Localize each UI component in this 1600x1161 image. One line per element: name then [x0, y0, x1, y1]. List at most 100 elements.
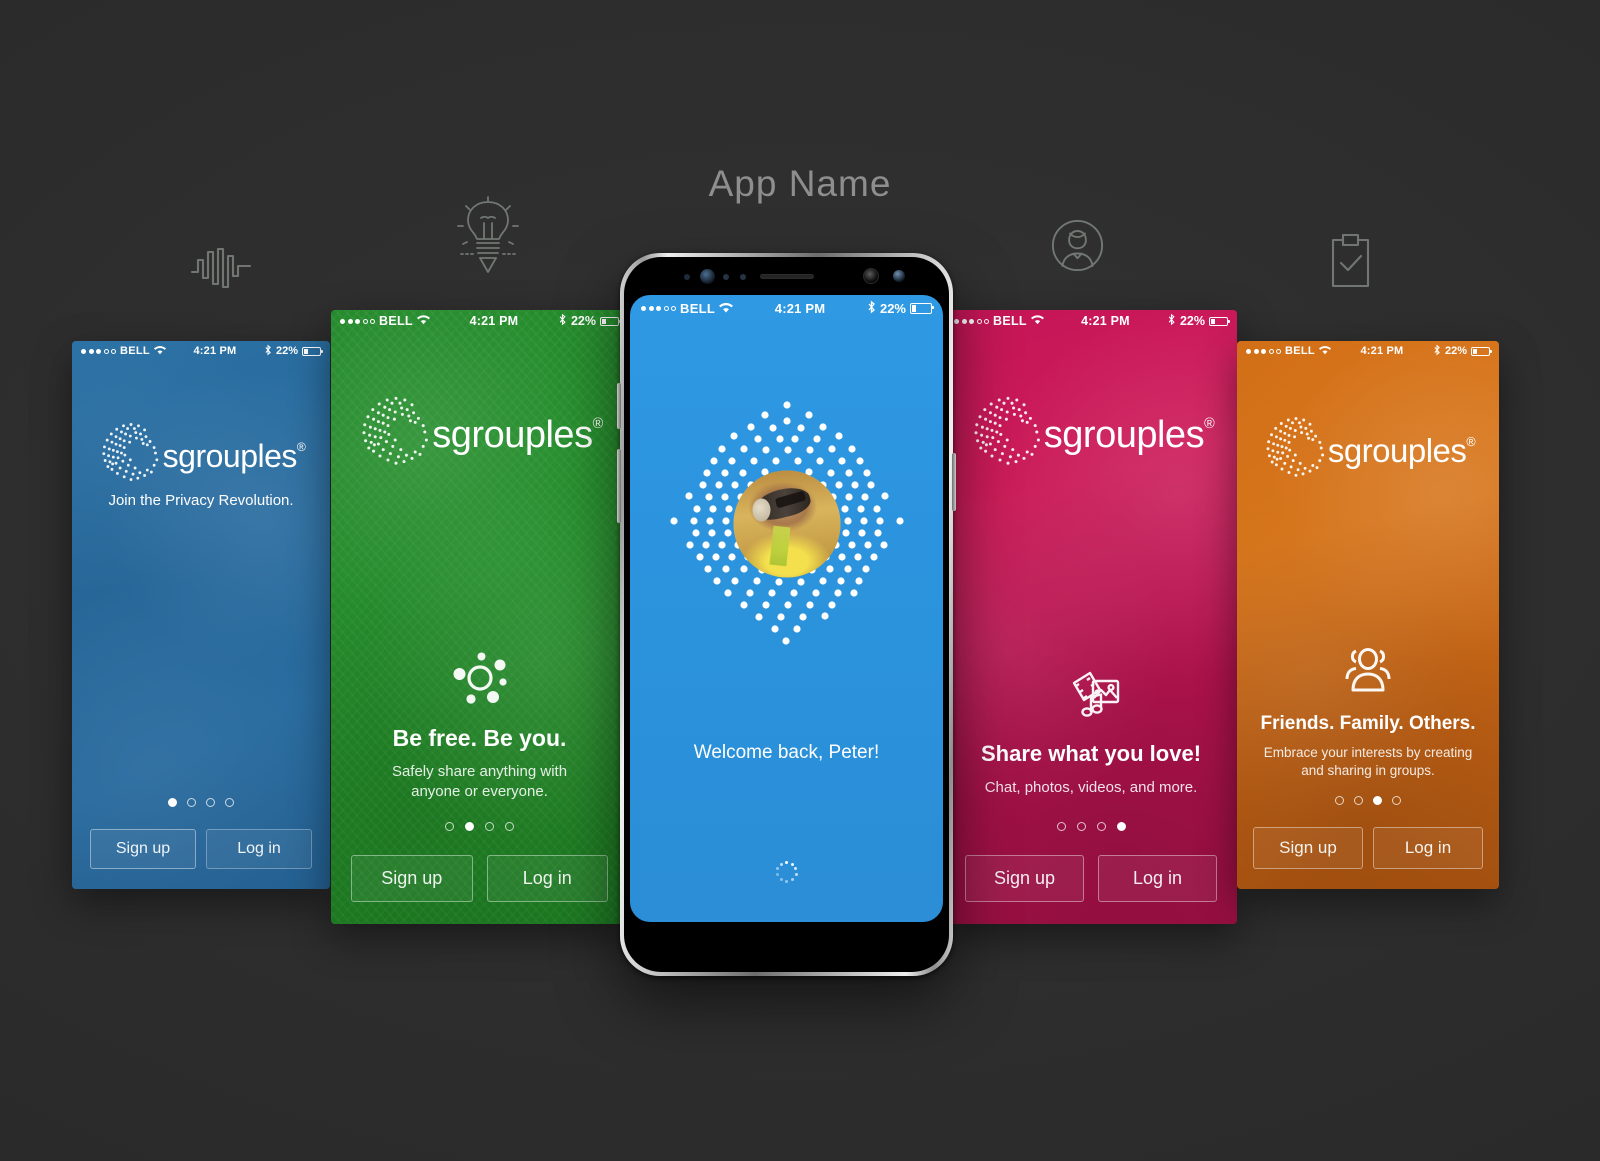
carrier-label: BELL [993, 314, 1027, 328]
signup-button[interactable]: Sign up [90, 829, 196, 869]
sgrouples-dot-mark-icon [356, 392, 436, 477]
screen-privacy[interactable]: BELL 4:21 PM 22% sgrouples® Join the Pri… [72, 341, 330, 889]
mockup-stage: App Name BELL 4:21 PM 22% sgrouples® Joi… [0, 0, 1600, 1161]
screen-be-free[interactable]: BELL 4:21 PM 22% sgrouples® Be free. Be … [331, 310, 628, 924]
signup-button[interactable]: Sign up [351, 855, 473, 902]
status-bar: BELL 4:21 PM 22% [1237, 341, 1499, 361]
signal-dots-icon [954, 318, 989, 324]
battery-percent-label: 22% [275, 345, 298, 357]
battery-icon [1209, 316, 1230, 326]
brand-logo: sgrouples® [945, 392, 1237, 477]
bluetooth-icon [264, 344, 272, 359]
phone-app-screen[interactable]: BELL 4:21 PM 22% Welcome back, Peter! [630, 295, 943, 922]
bluetooth-icon [1433, 344, 1441, 359]
page-dots[interactable] [1056, 822, 1126, 831]
page-dots[interactable] [1335, 796, 1401, 805]
bluetooth-icon [1167, 313, 1176, 329]
clipboard-check-icon [1328, 233, 1373, 288]
brand-logo: sgrouples® [1237, 413, 1499, 488]
page-dot-1[interactable] [1056, 822, 1066, 831]
status-bar: BELL 4:21 PM 22% [945, 310, 1237, 332]
login-button[interactable]: Log in [486, 855, 608, 902]
user-circle-icon [1051, 219, 1104, 272]
people-group-icon [1341, 646, 1395, 699]
page-dot-3[interactable] [1373, 796, 1382, 805]
signal-dots-icon [641, 305, 676, 311]
screen-subline: Embrace your interests by creating and s… [1263, 745, 1473, 779]
battery-percent-label: 22% [1179, 314, 1205, 328]
iris-scanner-icon [700, 269, 715, 284]
screen-subline: Safely share anything with anyone or eve… [391, 763, 568, 801]
page-dot-2[interactable] [465, 822, 474, 831]
brand-wordmark: sgrouples® [162, 437, 306, 474]
status-bar: BELL 4:21 PM 22% [630, 295, 943, 321]
secondary-sensor-icon [893, 270, 905, 282]
wifi-icon [1030, 314, 1044, 328]
page-dot-3[interactable] [1096, 822, 1106, 831]
phone-glass: BELL 4:21 PM 22% Welcome back, Peter! [624, 257, 949, 972]
carrier-label: BELL [120, 345, 150, 357]
page-dot-4[interactable] [225, 798, 234, 807]
loading-spinner [775, 861, 798, 883]
carrier-label: BELL [379, 314, 413, 328]
screen-subline: Chat, photos, videos, and more. [984, 779, 1198, 797]
wifi-icon [719, 301, 734, 316]
dot-ring-pattern-icon [662, 399, 912, 649]
signup-button[interactable]: Sign up [1253, 827, 1363, 869]
battery-icon [302, 346, 323, 356]
page-dot-4[interactable] [505, 822, 514, 831]
avatar-hero [630, 399, 943, 649]
sgrouples-dot-mark-icon [1261, 413, 1331, 488]
lightbulb-pencil-icon [455, 196, 521, 276]
page-dot-1[interactable] [445, 822, 454, 831]
sgrouples-dot-mark-icon [97, 419, 165, 492]
page-dots[interactable] [445, 822, 514, 831]
light-sensor-icon [723, 274, 729, 280]
signal-dots-icon [340, 318, 375, 324]
page-dot-3[interactable] [206, 798, 215, 807]
battery-icon [910, 302, 934, 314]
login-button[interactable]: Log in [206, 829, 312, 869]
status-bar: BELL 4:21 PM 22% [331, 310, 628, 332]
led-indicator-icon [740, 274, 746, 280]
screen-share[interactable]: BELL 4:21 PM 22% sgrouples® Share what y… [945, 310, 1237, 924]
page-dot-3[interactable] [485, 822, 494, 831]
screen-headline: Be free. Be you. [392, 725, 567, 752]
proximity-sensor-icon [684, 274, 690, 280]
screen-groups[interactable]: BELL 4:21 PM 22% sgrouples® Friends. Fam… [1237, 341, 1499, 889]
screen-headline: Share what you love! [980, 741, 1202, 767]
page-dot-1[interactable] [1335, 796, 1344, 805]
battery-icon [1471, 346, 1492, 356]
brand-wordmark: sgrouples® [1327, 432, 1476, 469]
phone-power-button[interactable] [952, 453, 956, 511]
battery-percent-label: 22% [879, 300, 906, 316]
welcome-message: Welcome back, Peter! [693, 742, 880, 763]
login-button[interactable]: Log in [1098, 855, 1217, 902]
avatar[interactable] [733, 470, 840, 578]
battery-percent-label: 22% [1444, 345, 1467, 357]
wifi-icon [1318, 345, 1331, 358]
phone-notch [624, 257, 949, 295]
clock-label: 4:21 PM [774, 300, 826, 316]
login-button[interactable]: Log in [1373, 827, 1483, 869]
media-collage-icon [1060, 670, 1122, 727]
page-dot-1[interactable] [168, 798, 177, 807]
page-dot-4[interactable] [1116, 822, 1126, 831]
share-burst-icon [451, 652, 509, 711]
page-dot-2[interactable] [187, 798, 196, 807]
page-dot-2[interactable] [1076, 822, 1086, 831]
center-phone[interactable]: BELL 4:21 PM 22% Welcome back, Peter! [617, 253, 956, 976]
brand-wordmark: sgrouples® [1043, 413, 1215, 456]
page-dot-4[interactable] [1392, 796, 1401, 805]
front-camera-icon [863, 268, 879, 284]
phone-volume-button[interactable] [617, 449, 621, 523]
page-dot-2[interactable] [1354, 796, 1363, 805]
phone-bixby-button[interactable] [617, 383, 621, 429]
carrier-label: BELL [680, 300, 716, 316]
signup-button[interactable]: Sign up [965, 855, 1084, 902]
page-dots[interactable] [168, 798, 234, 807]
brand-logo: sgrouples® [72, 419, 330, 492]
carrier-label: BELL [1285, 345, 1315, 357]
bluetooth-icon [558, 313, 567, 329]
bluetooth-icon [867, 300, 876, 317]
